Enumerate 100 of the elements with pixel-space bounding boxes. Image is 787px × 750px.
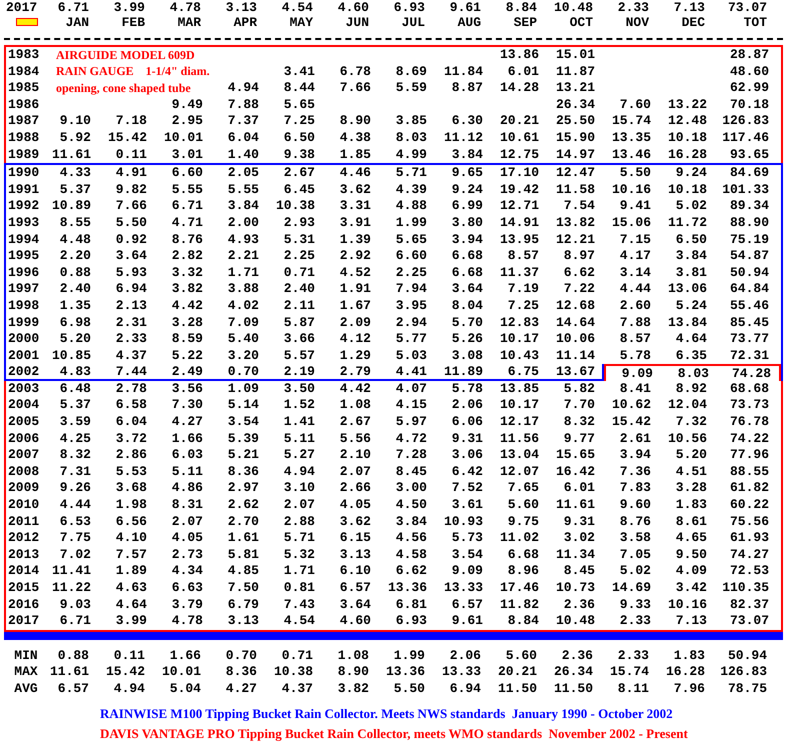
table-cell-text: 7.31 (58, 464, 92, 480)
table-cell-text: 7.22 (562, 281, 596, 298)
year-cell-text: 1992 (7, 198, 40, 215)
table-cell-text: 3.80 (450, 214, 484, 232)
table-cell-text: 0.11 (112, 648, 146, 664)
table-cell-text: 2.09 (338, 314, 372, 332)
table-cell-text: 7.96 (672, 680, 706, 698)
table-cell-text: 15.90 (554, 130, 596, 147)
table-cell-text: 13.36 (384, 664, 426, 681)
table-cell-text: 3.88 (226, 281, 260, 298)
table-cell-text: 2.31 (114, 314, 148, 332)
note-text: RAIN GAUGE 1-1/4" diam. (55, 64, 210, 80)
table-cell-text: 4.94 (226, 80, 260, 97)
table-cell-text: 6.93 (394, 613, 428, 630)
year-cell-text: 2012 (7, 530, 40, 547)
table-cell-text: 15.42 (104, 664, 146, 681)
table-cell-text: 9.77 (562, 430, 596, 448)
table-cell-text: 0.88 (56, 648, 90, 664)
year-cell-text: 2016 (7, 596, 40, 614)
table-cell-text: 12.71 (498, 198, 540, 215)
table-cell-text: 14.64 (554, 314, 596, 332)
table-cell-text: 26.34 (554, 96, 596, 114)
table-cell-text: 9.09 (450, 563, 484, 580)
total-cell-text: 68.68 (728, 380, 770, 398)
table-cell-text: 14.91 (498, 214, 540, 232)
table-cell-text: 8.90 (336, 664, 370, 681)
table-cell-text: 1.99 (394, 214, 428, 232)
table-cell-text: 20.21 (496, 664, 538, 681)
table-cell-text: 1.98 (114, 497, 148, 514)
table-cell-text: 14.69 (610, 580, 652, 597)
table-cell-text: 3.94 (450, 232, 484, 248)
table-cell-text: 4.41 (394, 364, 428, 381)
table-cell-text: 4.10 (114, 530, 148, 547)
total-cell-text: 75.56 (728, 514, 770, 530)
table-cell-text: 7.88 (618, 314, 652, 332)
table-cell-text: 5.53 (114, 464, 148, 480)
table-cell-text: 4.58 (394, 546, 428, 564)
table-cell-text: 4.72 (394, 430, 428, 448)
table-cell-text: 6.78 (338, 64, 372, 80)
table-cell-text: 3.72 (114, 430, 148, 448)
table-cell-text: 6.71 (170, 198, 204, 215)
table-cell-text: 8.45 (394, 464, 428, 480)
table-cell-text: 6.06 (450, 414, 484, 431)
table-cell-text: 3.54 (226, 414, 260, 431)
table-cell-text: 12.07 (498, 464, 540, 480)
table-cell-text: 9.09 (620, 366, 654, 383)
year-cell-text: 2015 (7, 580, 40, 597)
table-cell-text: 6.71 (58, 613, 92, 630)
table-cell-text: 3.99 (114, 613, 148, 630)
table-cell-text: 3.14 (618, 264, 652, 282)
table-cell-text: 12.21 (554, 232, 596, 248)
month-value: 9.61 (448, 0, 482, 15)
table-cell-text: 2.61 (618, 430, 652, 448)
table-cell-text: 1.41 (282, 414, 316, 431)
table-cell-text: 3.82 (336, 680, 370, 698)
table-cell-text: 5.03 (394, 348, 428, 364)
table-cell-text: 1.83 (672, 648, 706, 664)
table-cell-text: 5.60 (506, 497, 540, 514)
table-cell-text: 6.57 (450, 596, 484, 614)
table-cell-text: 2.62 (226, 497, 260, 514)
table-cell-text: 3.08 (450, 348, 484, 364)
total-cell-text: 126.83 (721, 113, 770, 130)
table-cell-text: 6.30 (450, 113, 484, 130)
table-cell-text: 3.59 (58, 414, 92, 431)
table-cell-text: 11.34 (554, 546, 596, 564)
year-cell-text: 1991 (7, 182, 40, 198)
table-cell-text: 12.48 (666, 113, 708, 130)
month-value: 4.78 (168, 0, 202, 15)
legend-swatch-icon (16, 18, 38, 26)
table-cell-text: 7.43 (282, 596, 316, 614)
year-cell-text: 2005 (7, 414, 40, 431)
table-cell-text: 2.40 (58, 281, 92, 298)
table-cell-text: 11.37 (498, 264, 540, 282)
table-cell-text: 10.43 (498, 348, 540, 364)
table-cell-text: 4.38 (338, 130, 372, 147)
table-cell-text: 10.16 (666, 596, 708, 614)
total-cell-text: 77.96 (728, 447, 770, 464)
table-cell-text: 5.22 (170, 348, 204, 364)
table-cell-text: 10.06 (554, 331, 596, 348)
table-cell-text: 3.82 (170, 281, 204, 298)
table-cell-text: 9.24 (674, 165, 708, 182)
table-cell-text: 13.95 (498, 232, 540, 248)
table-cell-text: 2.19 (282, 364, 316, 381)
table-cell-text: 8.97 (562, 248, 596, 265)
table-cell-text: 6.57 (338, 580, 372, 597)
table-cell-text: 8.76 (618, 514, 652, 530)
table-cell-text: 8.44 (282, 80, 316, 97)
table-cell-text: 5.93 (114, 264, 148, 282)
table-cell-text: 4.86 (170, 480, 204, 498)
year-cell-text: 1995 (7, 248, 40, 265)
table-cell-text: 2.49 (170, 364, 204, 381)
total-cell-text: 78.75 (726, 680, 768, 698)
table-cell-text: 1.91 (338, 281, 372, 298)
total-cell-text: 85.45 (728, 314, 770, 332)
table-cell-text: 1.85 (338, 146, 372, 164)
year-cell-text: 1988 (7, 130, 40, 147)
table-cell-text: 3.84 (394, 514, 428, 530)
table-cell-text: 3.79 (170, 596, 204, 614)
table-cell-text: 2.07 (282, 497, 316, 514)
table-cell-text: 13.82 (554, 214, 596, 232)
